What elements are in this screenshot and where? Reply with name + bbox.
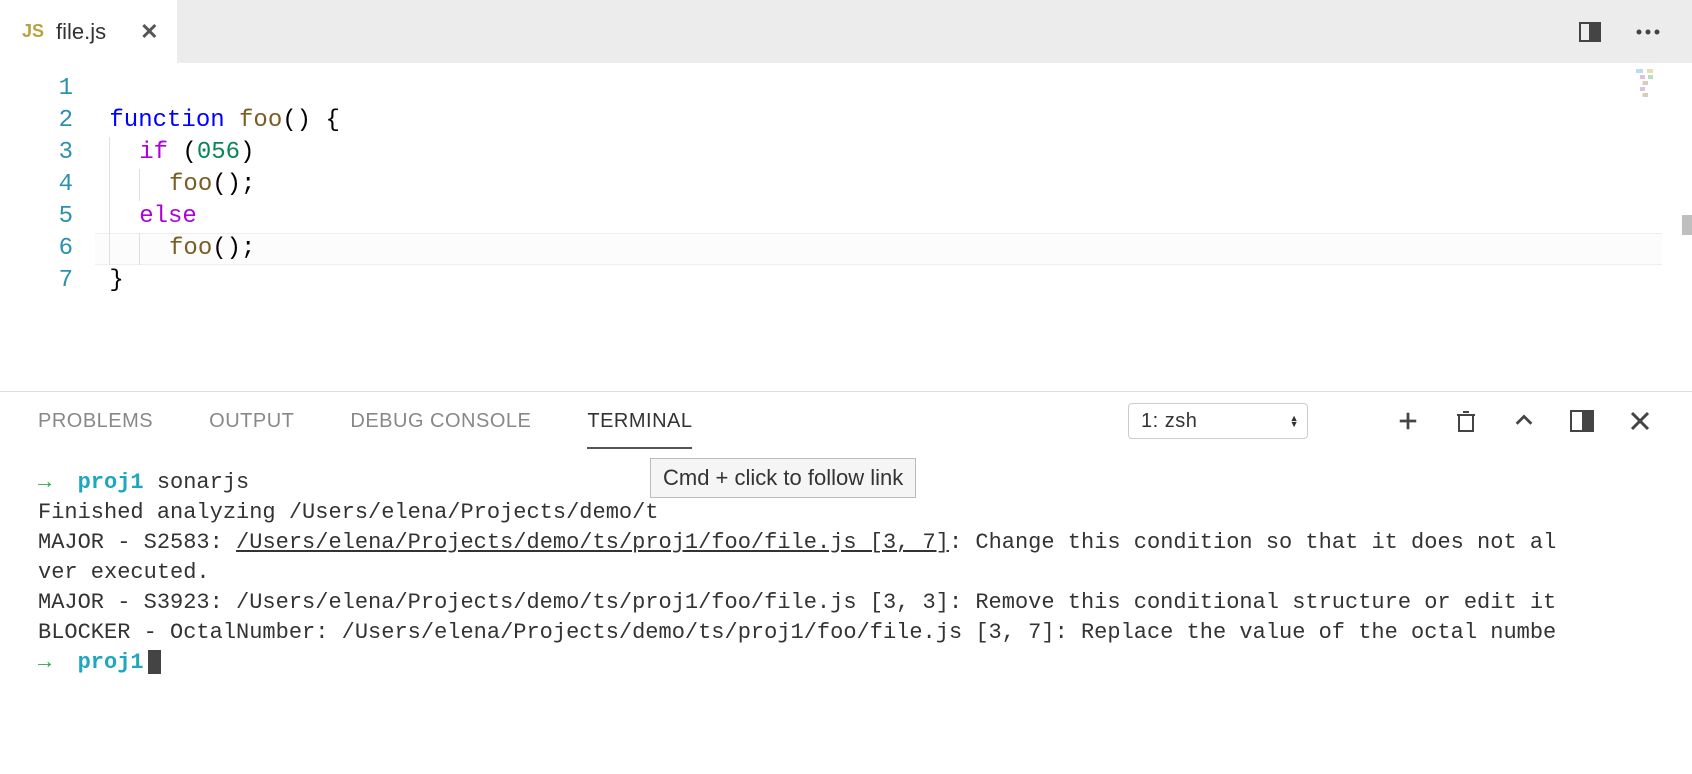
split-panel-icon[interactable] (1568, 407, 1596, 435)
bottom-panel: PROBLEMS OUTPUT DEBUG CONSOLE TERMINAL 1… (0, 391, 1692, 774)
terminal-link[interactable]: /Users/elena/Projects/demo/ts/proj1/foo/… (236, 530, 949, 555)
code-line: foo(); (95, 233, 1692, 265)
line-number: 6 (0, 233, 95, 265)
terminal-line: BLOCKER - OctalNumber: /Users/elena/Proj… (38, 618, 1654, 648)
tab-terminal[interactable]: TERMINAL (587, 410, 692, 433)
close-panel-icon[interactable] (1626, 407, 1654, 435)
code-line: if (056) (95, 137, 1692, 169)
maximize-panel-icon[interactable] (1510, 407, 1538, 435)
terminal-select[interactable]: 1: zsh ▲▼ (1128, 403, 1308, 439)
new-terminal-icon[interactable] (1394, 407, 1422, 435)
code-line: foo(); (95, 169, 1692, 201)
close-icon[interactable]: ✕ (140, 19, 158, 45)
terminal-line: Finished analyzing /Users/elena/Projects… (38, 498, 1654, 528)
terminal-line: MAJOR - S2583: /Users/elena/Projects/dem… (38, 528, 1654, 558)
line-number: 5 (0, 201, 95, 233)
terminal-select-label: 1: zsh (1141, 410, 1197, 433)
terminal-content[interactable]: Cmd + click to follow link → proj1 sonar… (0, 450, 1692, 774)
line-number: 2 (0, 105, 95, 137)
code-line: function foo() { (95, 105, 1692, 137)
panel-tab-bar: PROBLEMS OUTPUT DEBUG CONSOLE TERMINAL 1… (0, 392, 1692, 450)
tab-label: file.js (56, 19, 106, 45)
code-line: } (95, 265, 1692, 297)
line-number: 7 (0, 265, 95, 297)
split-editor-icon[interactable] (1576, 18, 1604, 46)
code-area[interactable]: function foo() { if (056) foo(); else fo… (95, 63, 1692, 391)
editor-tab-file-js[interactable]: JS file.js ✕ (0, 0, 177, 63)
line-gutter: 1 2 3 4 5 6 7 (0, 63, 95, 391)
line-number: 1 (0, 73, 95, 105)
js-file-icon: JS (22, 21, 44, 42)
line-number: 4 (0, 169, 95, 201)
terminal-line: MAJOR - S3923: /Users/elena/Projects/dem… (38, 588, 1654, 618)
kill-terminal-icon[interactable] (1452, 407, 1480, 435)
code-line (95, 73, 1692, 105)
terminal-line: → proj1 (38, 648, 1654, 678)
tab-bar: JS file.js ✕ (0, 0, 1692, 63)
code-line: else (95, 201, 1692, 233)
tab-output[interactable]: OUTPUT (209, 410, 294, 433)
tab-debug-console[interactable]: DEBUG CONSOLE (350, 410, 531, 433)
tab-problems[interactable]: PROBLEMS (38, 410, 153, 433)
select-caret-icon: ▲▼ (1290, 415, 1299, 427)
link-tooltip: Cmd + click to follow link (650, 458, 916, 498)
terminal-line: ver executed. (38, 558, 1654, 588)
line-number: 3 (0, 137, 95, 169)
more-actions-icon[interactable] (1634, 18, 1662, 46)
code-editor[interactable]: 1 2 3 4 5 6 7 function foo() { if (056) … (0, 63, 1692, 391)
terminal-cursor (148, 650, 161, 674)
